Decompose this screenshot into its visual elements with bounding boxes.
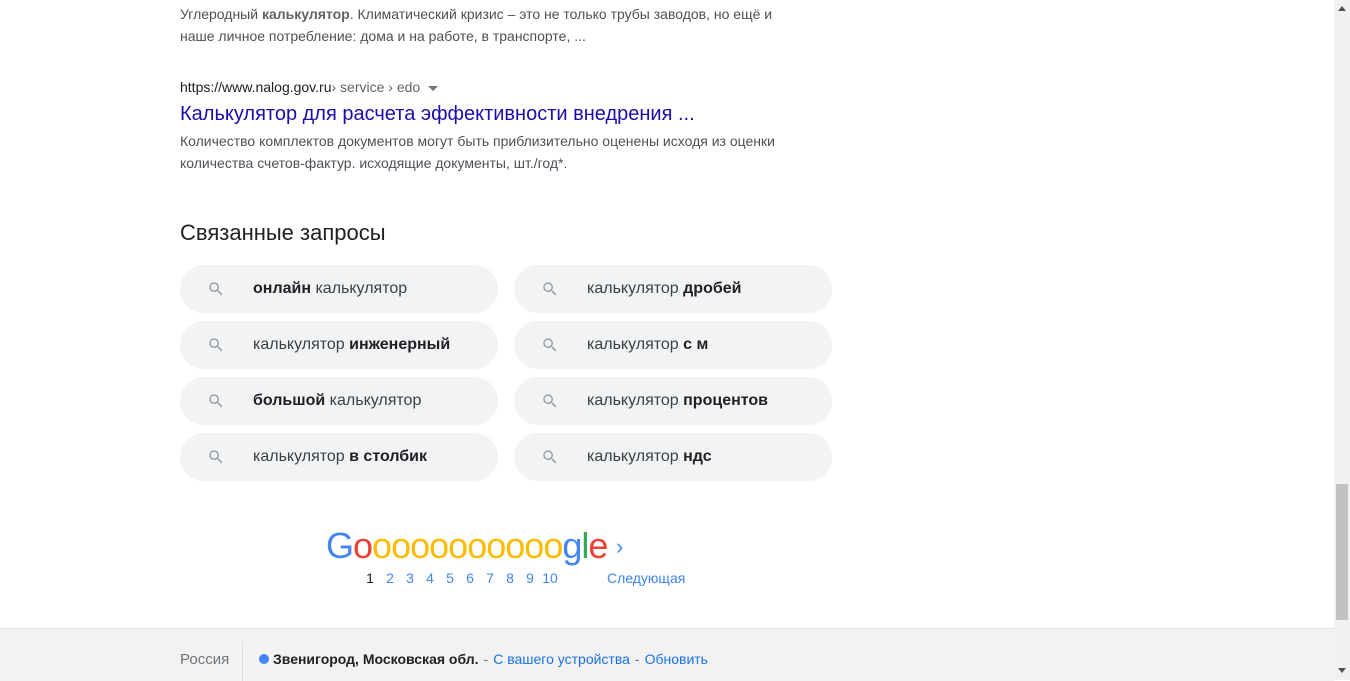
- page-scrollbar[interactable]: [1334, 0, 1350, 680]
- logo-letter: o: [486, 525, 506, 566]
- related-search-chip[interactable]: большой калькулятор: [180, 377, 498, 425]
- footer-divider: [242, 641, 243, 681]
- related-search-chip[interactable]: калькулятор с м: [514, 321, 832, 369]
- page-number-link[interactable]: 9: [520, 570, 540, 586]
- query-prefix: калькулятор: [587, 336, 684, 353]
- result-url[interactable]: https://www.nalog.gov.ru › service › edo: [180, 76, 800, 98]
- from-device-link[interactable]: С вашего устройства: [493, 651, 630, 667]
- page-number-link[interactable]: 5: [440, 570, 460, 586]
- related-search-text: большой калькулятор: [253, 392, 421, 410]
- google-pagination-logo: Gooooooooooogle: [326, 525, 608, 566]
- result-path: › service › edo: [331, 79, 421, 95]
- query-highlight: большой: [253, 392, 326, 409]
- query-prefix: калькулятор: [587, 448, 684, 465]
- scroll-up-arrow-icon[interactable]: [1338, 6, 1346, 11]
- query-prefix: калькулятор: [253, 336, 350, 353]
- footer: Россия Звенигород, Московская обл. - С в…: [0, 628, 1334, 681]
- page-numbers: 1 2 3 4 5 6 7 8 9 10: [360, 570, 560, 586]
- related-search-text: калькулятор ндс: [587, 448, 712, 466]
- page-number-link[interactable]: 8: [500, 570, 520, 586]
- footer-location: Звенигород, Московская обл. - С вашего у…: [259, 651, 708, 667]
- related-search-chip[interactable]: калькулятор дробей: [514, 265, 832, 313]
- page-number-link[interactable]: 4: [420, 570, 440, 586]
- search-icon: [543, 282, 557, 296]
- query-highlight: в столбик: [349, 448, 427, 465]
- page-number-link: 1: [366, 570, 374, 586]
- pagination: Gooooooooooogle › 1 2 3 4 5 6 7 8 9 10 Следующая: [326, 528, 726, 588]
- snippet-text: Углеродный: [180, 6, 262, 22]
- search-icon: [543, 450, 557, 464]
- logo-letter: o: [543, 525, 563, 566]
- scroll-thumb[interactable]: [1336, 484, 1348, 620]
- location-dot-icon: [259, 654, 269, 664]
- query-suffix: калькулятор: [311, 280, 408, 297]
- search-icon: [543, 338, 557, 352]
- result-snippet: Количество комплектов документов могут б…: [180, 133, 775, 171]
- logo-letter: o: [391, 525, 411, 566]
- footer-separator: -: [483, 651, 489, 667]
- logo-letter: g: [562, 525, 582, 566]
- result-menu-caret-icon[interactable]: [428, 85, 439, 91]
- page-number-link[interactable]: 10: [540, 570, 560, 586]
- snippet-highlight: калькулятор: [261, 6, 350, 22]
- query-highlight: онлайн: [253, 280, 311, 297]
- query-prefix: калькулятор: [587, 392, 684, 409]
- footer-country: Россия: [180, 651, 230, 668]
- location-name: Звенигород, Московская обл.: [273, 651, 479, 667]
- logo-letter: o: [372, 525, 392, 566]
- logo-letter: o: [505, 525, 525, 566]
- logo-letter: o: [429, 525, 449, 566]
- search-icon: [209, 338, 223, 352]
- page-number-link[interactable]: 2: [380, 570, 400, 586]
- related-searches-grid: онлайн калькулятор калькулятор дробей каль…: [180, 265, 832, 481]
- related-search-chip[interactable]: калькулятор процентов: [514, 377, 832, 425]
- search-icon: [209, 394, 223, 408]
- next-page-link[interactable]: Следующая: [607, 570, 685, 586]
- related-searches-heading: Связанные запросы: [180, 220, 386, 245]
- query-highlight: дробей: [683, 280, 742, 297]
- search-icon: [543, 394, 557, 408]
- logo-letter: o: [353, 525, 373, 566]
- related-search-chip[interactable]: калькулятор инженерный: [180, 321, 498, 369]
- result-title-link[interactable]: Калькулятор для расчета эффективности вн…: [180, 100, 800, 128]
- logo-letter: o: [467, 525, 487, 566]
- logo-letter: o: [448, 525, 468, 566]
- footer-separator: -: [634, 651, 640, 667]
- related-search-chip[interactable]: калькулятор ндс: [514, 433, 832, 481]
- logo-letter: o: [524, 525, 544, 566]
- related-search-text: калькулятор процентов: [587, 392, 768, 410]
- query-prefix: калькулятор: [587, 280, 684, 297]
- page-number-link[interactable]: 7: [480, 570, 500, 586]
- query-highlight: ндс: [683, 448, 712, 465]
- page-number-link[interactable]: 6: [460, 570, 480, 586]
- logo-letter: G: [326, 525, 354, 566]
- query-highlight: с м: [683, 336, 709, 353]
- query-highlight: инженерный: [349, 336, 451, 353]
- related-search-text: калькулятор дробей: [587, 280, 741, 298]
- related-search-chip[interactable]: онлайн калькулятор: [180, 265, 498, 313]
- related-search-chip[interactable]: калькулятор в столбик: [180, 433, 498, 481]
- update-location-link[interactable]: Обновить: [645, 651, 708, 667]
- logo-letter: o: [410, 525, 430, 566]
- query-highlight: процентов: [683, 392, 768, 409]
- query-prefix: калькулятор: [253, 448, 350, 465]
- result-snippet: Углеродный калькулятор. Климатический кр…: [180, 3, 800, 47]
- query-suffix: калькулятор: [325, 392, 422, 409]
- scroll-down-arrow-icon[interactable]: [1338, 668, 1346, 673]
- related-search-text: онлайн калькулятор: [253, 280, 407, 298]
- search-icon: [209, 282, 223, 296]
- related-search-text: калькулятор инженерный: [253, 336, 450, 354]
- related-search-text: калькулятор в столбик: [253, 448, 427, 466]
- next-chevron-icon[interactable]: ›: [616, 534, 623, 560]
- result-domain: https://www.nalog.gov.ru: [180, 79, 332, 95]
- search-icon: [209, 450, 223, 464]
- page-number-link[interactable]: 3: [400, 570, 420, 586]
- logo-letter: e: [588, 525, 608, 566]
- related-search-text: калькулятор с м: [587, 336, 708, 354]
- search-result: https://www.nalog.gov.ru › service › edo…: [180, 76, 800, 174]
